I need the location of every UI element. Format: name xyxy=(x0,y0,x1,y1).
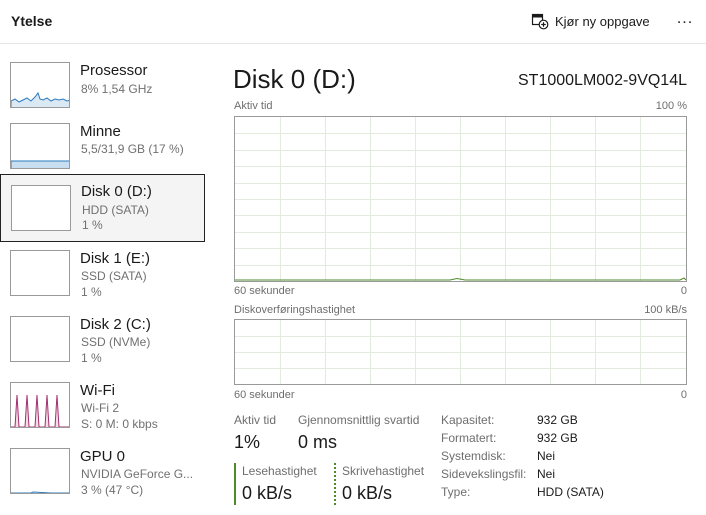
capacity-value: 932 GB xyxy=(537,413,578,427)
sidebar-item-disk-0[interactable]: Disk 0 (D:) HDD (SATA) 1 % xyxy=(0,174,205,242)
capacity-key: Kapasitet: xyxy=(441,413,495,427)
sidebar-item-disk-1[interactable]: Disk 1 (E:) SSD (SATA) 1 % xyxy=(0,248,205,308)
sidebar-item-detail: SSD (NVMe) xyxy=(81,335,151,349)
sidebar-item-detail: SSD (SATA) xyxy=(81,269,147,283)
sidebar-item-detail: NVIDIA GeForce G... xyxy=(81,467,194,481)
formatted-key: Formatert: xyxy=(441,431,497,445)
active-time-graph xyxy=(234,116,687,282)
sidebar-item-wifi[interactable]: Wi-Fi Wi-Fi 2 S: 0 M: 0 kbps xyxy=(0,380,205,440)
system-disk-value: Nei xyxy=(537,449,556,463)
run-new-task-button[interactable]: Kjør ny oppgave xyxy=(531,10,650,32)
sidebar-item-detail: Wi-Fi 2 xyxy=(81,401,119,415)
page-file-key: Sidevekslingsfil: xyxy=(441,467,527,481)
cpu-thumbnail-graph xyxy=(10,62,70,108)
type-key: Type: xyxy=(441,485,471,499)
new-task-icon xyxy=(531,13,549,30)
transfer-rate-graph xyxy=(234,319,687,385)
sidebar-item-memory[interactable]: Minne 5,5/31,9 GB (17 %) xyxy=(0,123,205,181)
sidebar-item-detail: 8% 1,54 GHz xyxy=(81,82,153,96)
sidebar-item-disk-2[interactable]: Disk 2 (C:) SSD (NVMe) 1 % xyxy=(0,314,205,374)
active-time-graph-label: Aktiv tid xyxy=(234,100,273,112)
active-time-graph-min: 0 xyxy=(680,285,687,297)
transfer-rate-graph-label: Diskoverføringshastighet xyxy=(234,304,356,316)
system-disk-key: Systemdisk: xyxy=(441,449,506,463)
formatted-value: 932 GB xyxy=(537,431,578,445)
write-speed-stat-label: Skrivehastighet xyxy=(342,464,425,478)
gpu-thumbnail-graph xyxy=(10,448,70,494)
disk-1-thumbnail-graph xyxy=(10,250,70,296)
more-options-button[interactable]: ... xyxy=(673,11,697,30)
sidebar-item-name: Disk 1 (E:) xyxy=(80,250,151,267)
run-new-task-label: Kjør ny oppgave xyxy=(555,13,650,29)
disk-0-thumbnail-graph xyxy=(11,185,71,231)
sidebar-item-processor[interactable]: Prosessor 8% 1,54 GHz xyxy=(0,57,205,115)
active-time-stat-label: Aktiv tid xyxy=(234,413,277,427)
read-speed-stat-value: 0 kB/s xyxy=(242,483,293,503)
sidebar-item-gpu[interactable]: GPU 0 NVIDIA GeForce G... 3 % (47 °C) xyxy=(0,446,205,506)
sidebar-item-name: Disk 2 (C:) xyxy=(80,316,151,333)
transfer-rate-graph-max: 100 kB/s xyxy=(644,304,687,316)
write-speed-stat-value: 0 kB/s xyxy=(342,483,393,503)
wifi-thumbnail-graph xyxy=(10,382,70,428)
sidebar: Prosessor 8% 1,54 GHz Minne 5,5/31,9 GB … xyxy=(0,45,215,515)
read-speed-stat-label: Lesehastighet xyxy=(242,464,317,478)
sidebar-item-name: Prosessor xyxy=(80,62,148,79)
sidebar-item-usage: 1 % xyxy=(81,351,102,365)
transfer-rate-graph-timespan: 60 sekunder xyxy=(234,389,295,401)
page-file-value: Nei xyxy=(537,467,556,481)
sidebar-item-throughput: S: 0 M: 0 kbps xyxy=(81,417,158,431)
sidebar-item-name: Disk 0 (D:) xyxy=(81,183,152,200)
page-title: Ytelse xyxy=(11,13,53,29)
response-time-stat-value: 0 ms xyxy=(298,432,338,452)
active-time-graph-timespan: 60 sekunder xyxy=(234,285,295,297)
memory-thumbnail-graph xyxy=(10,123,70,169)
disk-model: ST1000LM002-9VQ14L xyxy=(518,72,687,89)
disk-2-thumbnail-graph xyxy=(10,316,70,362)
response-time-stat-label: Gjennomsnittlig svartid xyxy=(298,413,420,427)
sidebar-item-usage: 3 % (47 °C) xyxy=(81,483,144,497)
disk-title: Disk 0 (D:) xyxy=(233,64,356,94)
active-time-stat-value: 1% xyxy=(234,432,261,452)
sidebar-item-usage: 1 % xyxy=(81,285,102,299)
sidebar-item-name: Wi-Fi xyxy=(80,382,115,399)
sidebar-item-detail: 5,5/31,9 GB (17 %) xyxy=(81,142,184,156)
sidebar-item-name: Minne xyxy=(80,123,121,140)
write-speed-indicator xyxy=(334,463,336,505)
title-bar: Ytelse Kjør ny oppgave ... xyxy=(0,0,706,44)
sidebar-item-detail: HDD (SATA) xyxy=(82,203,149,217)
type-value: HDD (SATA) xyxy=(537,485,604,499)
active-time-graph-max: 100 % xyxy=(655,100,687,112)
transfer-rate-graph-min: 0 xyxy=(680,389,687,401)
sidebar-item-usage: 1 % xyxy=(82,218,103,232)
sidebar-item-name: GPU 0 xyxy=(80,448,126,465)
read-speed-indicator xyxy=(234,463,236,505)
